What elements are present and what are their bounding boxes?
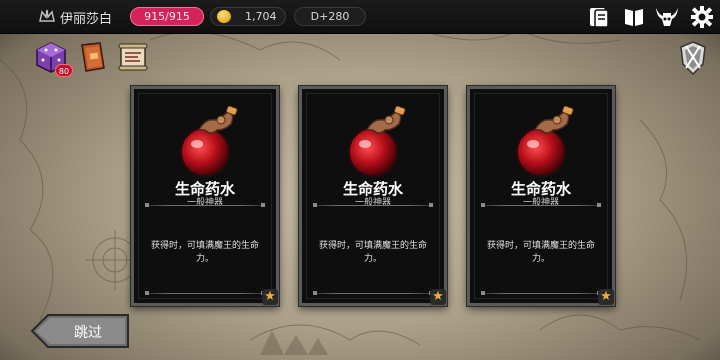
demon-lord-icon[interactable] [654,5,680,29]
codex-book-icon[interactable] [621,5,647,29]
corner-ornament [261,203,265,207]
card-frame: 生命药水 一般神器 获得时，可填满魔王的生命力。 [474,93,608,299]
skip-button[interactable]: 跳过 [30,313,130,349]
artifact-card-2[interactable]: 生命药水 一般神器 获得时，可填满魔王的生命力。 ★ [299,86,447,306]
day-counter: D+280 [294,7,366,26]
artifact-card-3[interactable]: 生命药水 一般神器 获得时，可填满魔王的生命力。 ★ [467,86,615,306]
card-frame: 生命药水 一般神器 获得时，可填满魔王的生命力。 [306,93,440,299]
crown-icon [39,9,55,22]
star-icon: ★ [262,289,278,305]
corner-ornament [597,203,601,207]
divider [147,205,263,206]
item-description: 获得时，可填满魔王的生命力。 [150,241,259,264]
red-potion-icon [180,106,238,177]
divider [483,205,599,206]
item-description: 获得时，可填满魔王的生命力。 [318,241,427,264]
player-name: 伊丽莎白 [60,12,113,27]
quest-card-icon[interactable] [586,5,612,29]
item-description: 获得时，可填满魔王的生命力。 [486,241,595,264]
corner-ornament [313,203,317,207]
settings-gear-icon[interactable] [689,5,715,29]
gold-amount: 1,704 [245,10,277,23]
artifact-card-1[interactable]: 生命药水 一般神器 获得时，可填满魔王的生命力。 ★ [131,86,279,306]
hp-display: 915/915 [130,7,204,26]
divider [147,293,263,294]
corner-ornament [145,203,149,207]
divider [483,293,599,294]
divider [315,205,431,206]
gold-display: 1,704 [210,7,286,26]
corner-ornament [145,291,149,295]
cube-count-badge: 80 [55,64,73,77]
corner-ornament [313,291,317,295]
divider [315,293,431,294]
item-grade: 一般神器 [354,198,391,208]
card-frame: 生命药水 一般神器 获得时，可填满魔王的生命力。 [138,93,272,299]
corner-ornament [429,203,433,207]
sword-shield-icon[interactable] [678,40,708,76]
scroll-map-icon[interactable] [116,40,150,74]
item-grade: 一般神器 [186,198,223,208]
star-icon: ★ [430,289,446,305]
coin-icon [217,10,231,23]
skip-button-label: 跳过 [74,325,102,341]
top-bar: 伊丽莎白 915/915 1,704 D+280 [0,0,720,34]
red-potion-icon [348,106,406,177]
corner-ornament [481,203,485,207]
spellbook-icon[interactable] [76,40,110,74]
red-potion-icon [516,106,574,177]
corner-ornament [481,291,485,295]
star-icon: ★ [598,289,614,305]
item-grade: 一般神器 [522,198,559,208]
